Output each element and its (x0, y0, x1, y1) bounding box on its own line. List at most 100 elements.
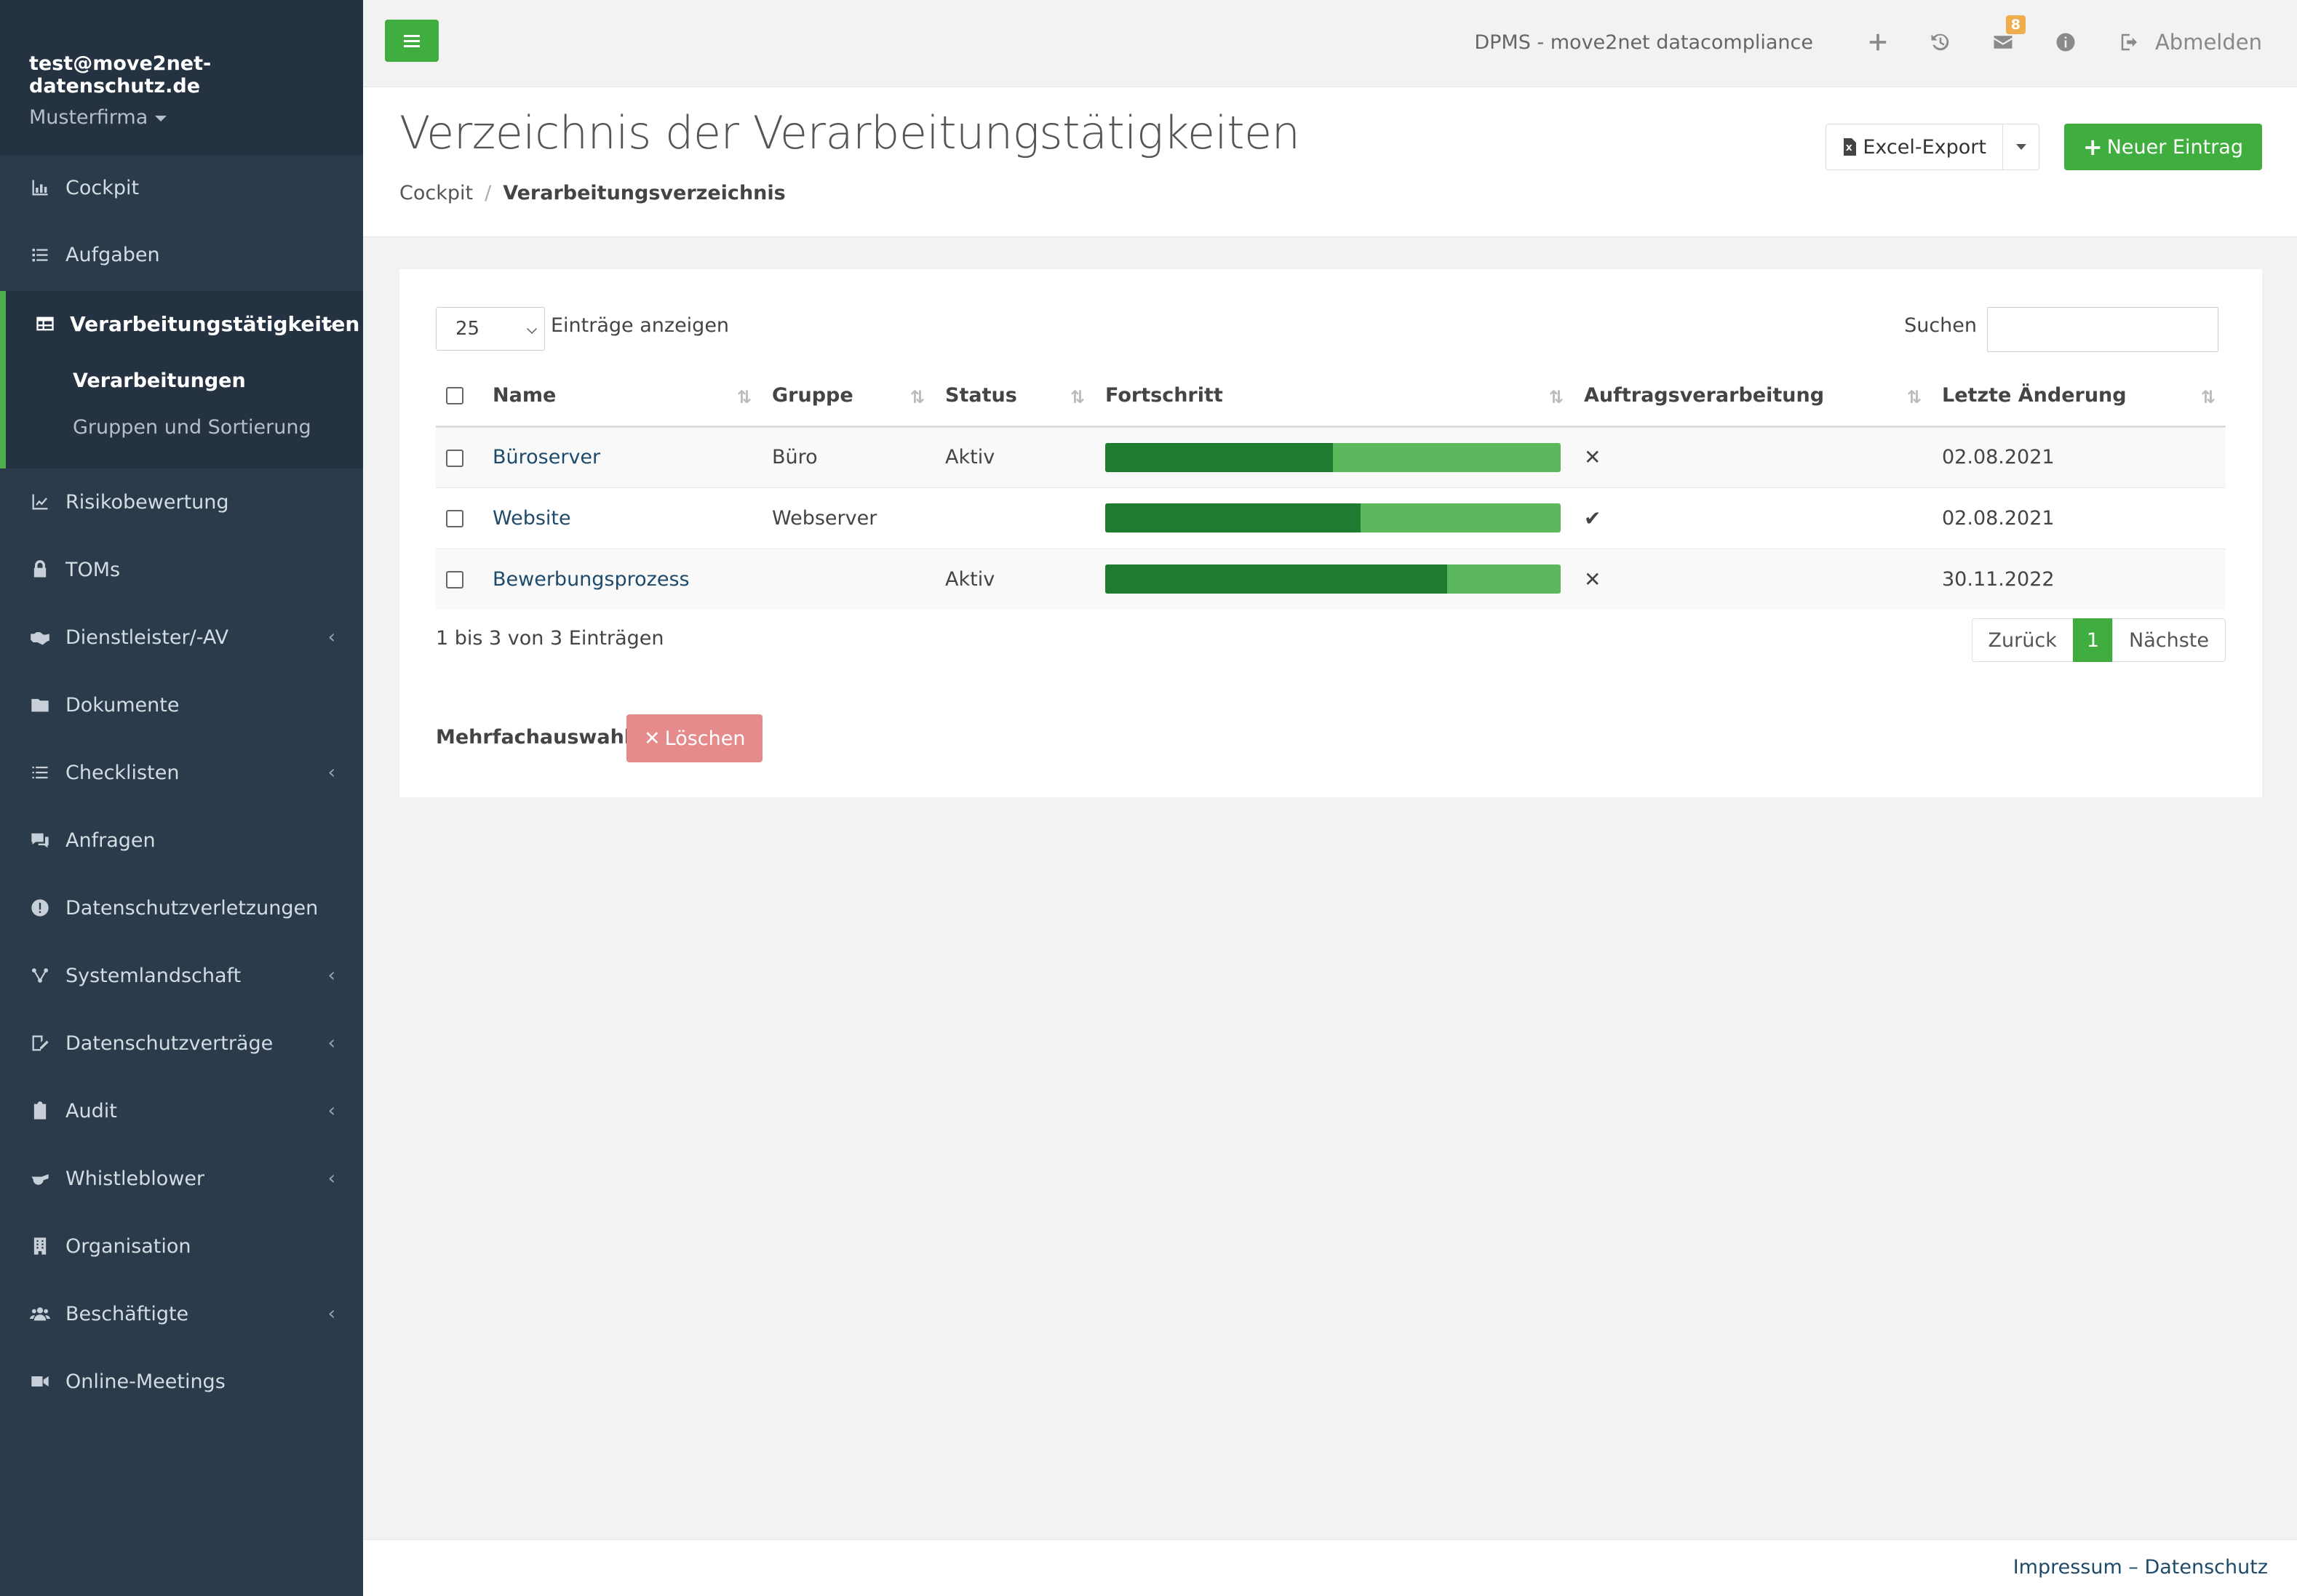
date-cell: 30.11.2022 (1932, 548, 2226, 610)
sidebar-item-checklisten[interactable]: Checklisten ‹ (0, 743, 363, 802)
progress-cell (1095, 426, 1574, 487)
column-header-fortschritt[interactable]: Fortschritt ⇅ (1095, 365, 1574, 428)
caret-down-icon (155, 115, 167, 121)
multi-select-label: Mehrfachauswahl: (436, 726, 639, 749)
table-icon (35, 314, 55, 334)
table-row: Website Webserver ✔ 02.08.2021 (436, 487, 2226, 548)
group-cell: Webserver (762, 487, 935, 548)
sidebar-item-organisation[interactable]: Organisation (0, 1217, 363, 1275)
pagination: Zurück 1 Nächste (1971, 618, 2226, 662)
sidebar-item-risikobewertung[interactable]: Risikobewertung (0, 473, 363, 531)
sidebar-group-verarbeitungstaetigkeiten: Verarbeitungstätigkeiten ⌄ Verarbeitunge… (0, 291, 363, 468)
logout-button[interactable]: Abmelden (2119, 30, 2262, 55)
sidebar-item-verarbeitungstaetigkeiten[interactable]: Verarbeitungstätigkeiten ⌄ (6, 291, 363, 356)
row-name-link[interactable]: Büroserver (493, 446, 600, 468)
column-header-name[interactable]: Name ⇅ (482, 365, 762, 428)
chart-bar-icon (29, 177, 51, 199)
status-cell (935, 487, 1095, 548)
sidebar-item-online-meetings[interactable]: Online-Meetings (0, 1352, 363, 1411)
column-header-status[interactable]: Status ⇅ (935, 365, 1095, 428)
table-row: Büroserver Büro Aktiv ✕ 02.08.2021 (436, 426, 2226, 487)
check-icon: ✔ (1584, 506, 1601, 530)
table-info: 1 bis 3 von 3 Einträgen (436, 627, 664, 650)
company-switcher[interactable]: Musterfirma (29, 106, 363, 129)
select-all-checkbox[interactable] (446, 387, 463, 405)
pagination-next[interactable]: Nächste (2112, 618, 2226, 662)
column-header-auftragsverarbeitung[interactable]: Auftragsverarbeitung ⇅ (1574, 365, 1932, 428)
handshake-icon (29, 626, 51, 648)
sidebar-item-anfragen[interactable]: Anfragen (0, 811, 363, 869)
new-entry-button[interactable]: + Neuer Eintrag (2063, 124, 2262, 170)
footer: Impressum – Datenschutz (363, 1539, 2297, 1596)
sidebar: test@move2net-datenschutz.de Musterfirma… (0, 0, 363, 1596)
chevron-left-icon: ‹ (327, 965, 335, 986)
menu-toggle-button[interactable] (385, 20, 439, 62)
sort-icon: ⇅ (1548, 387, 1564, 407)
export-dropdown-toggle[interactable] (2003, 124, 2039, 170)
sidebar-item-aufgaben[interactable]: Aufgaben (0, 226, 363, 284)
footer-links[interactable]: Impressum – Datenschutz (2013, 1556, 2268, 1579)
sidebar-item-label: Dienstleister/-AV (65, 626, 229, 649)
app-title: DPMS - move2net datacompliance (1474, 31, 1813, 54)
page-header: Verzeichnis der Verarbeitungstätigkeiten… (363, 87, 2297, 237)
sidebar-item-label: Datenschutzverträge (65, 1032, 274, 1055)
sidebar-item-label: Aufgaben (65, 243, 160, 266)
column-header-gruppe[interactable]: Gruppe ⇅ (762, 365, 935, 428)
sidebar-item-datenschutzverletzungen[interactable]: Datenschutzverletzungen (0, 879, 363, 937)
page-length-select[interactable]: 25 (436, 307, 545, 351)
row-checkbox[interactable] (446, 449, 463, 467)
sidebar-item-systemlandschaft[interactable]: Systemlandschaft ‹ (0, 946, 363, 1005)
sidebar-subitem-verarbeitungen[interactable]: Verarbeitungen (73, 370, 246, 392)
sidebar-subitem-gruppen[interactable]: Gruppen und Sortierung (73, 416, 311, 439)
comments-icon (29, 829, 51, 851)
plus-icon: + (2082, 133, 2103, 161)
sidebar-item-toms[interactable]: TOMs (0, 540, 363, 599)
search-input[interactable] (1987, 307, 2218, 352)
sidebar-item-label: Beschäftigte (65, 1302, 189, 1325)
lock-icon (29, 559, 51, 580)
excel-export-label: Excel-Export (1863, 135, 1986, 159)
chevron-left-icon: ‹ (327, 626, 335, 648)
date-cell: 02.08.2021 (1932, 426, 2226, 487)
row-name-link[interactable]: Website (493, 507, 571, 530)
progress-bar (1105, 503, 1561, 532)
delete-button[interactable]: ✕ Löschen (626, 714, 763, 762)
sidebar-item-label: Organisation (65, 1234, 191, 1258)
excel-export-button[interactable]: Excel-Export (1826, 124, 2003, 170)
plus-icon[interactable] (1867, 31, 1889, 53)
history-icon[interactable] (1930, 31, 1951, 53)
table-card: 25 Einträge anzeigen Suchen Name ⇅ Gruppe… (399, 269, 2262, 797)
tasks-icon (29, 244, 51, 266)
sidebar-item-cockpit[interactable]: Cockpit (0, 159, 363, 217)
progress-bar (1105, 442, 1561, 472)
sidebar-item-dienstleister[interactable]: Dienstleister/-AV ‹ (0, 608, 363, 666)
sidebar-item-label: Online-Meetings (65, 1370, 226, 1393)
progress-cell (1095, 548, 1574, 610)
company-name: Musterfirma (29, 106, 148, 129)
sidebar-item-datenschutzvertraege[interactable]: Datenschutzverträge ‹ (0, 1014, 363, 1072)
times-icon: ✕ (1584, 445, 1601, 469)
sidebar-item-audit[interactable]: Audit ‹ (0, 1082, 363, 1140)
breadcrumb-item-cockpit[interactable]: Cockpit (399, 182, 473, 204)
sidebar-item-beschaeftigte[interactable]: Beschäftigte ‹ (0, 1285, 363, 1343)
row-checkbox[interactable] (446, 510, 463, 527)
search-label: Suchen (1904, 314, 1977, 337)
row-name-link[interactable]: Bewerbungsprozess (493, 568, 690, 591)
sidebar-item-label: Cockpit (65, 176, 140, 199)
column-header-letzte-aenderung[interactable]: Letzte Änderung ⇅ (1932, 365, 2226, 428)
sort-icon: ⇅ (736, 387, 752, 407)
sidebar-item-dokumente[interactable]: Dokumente (0, 676, 363, 734)
table-header-row: Name ⇅ Gruppe ⇅ Status ⇅ Fortschritt ⇅ Auftr… (436, 365, 2226, 428)
sign-out-icon (2121, 33, 2137, 51)
times-icon: ✕ (1584, 567, 1601, 591)
pagination-page-1[interactable]: 1 (2072, 618, 2114, 662)
row-checkbox[interactable] (446, 571, 463, 589)
logout-label: Abmelden (2154, 30, 2262, 55)
pagination-prev[interactable]: Zurück (1971, 618, 2074, 662)
network-icon (29, 965, 51, 986)
name-cell: Bewerbungsprozess (482, 548, 762, 610)
info-icon[interactable] (2055, 31, 2077, 53)
exclamation-circle-icon (29, 897, 51, 919)
sidebar-item-whistleblower[interactable]: Whistleblower ‹ (0, 1149, 363, 1208)
envelope-icon[interactable]: 8 (1992, 15, 2026, 53)
